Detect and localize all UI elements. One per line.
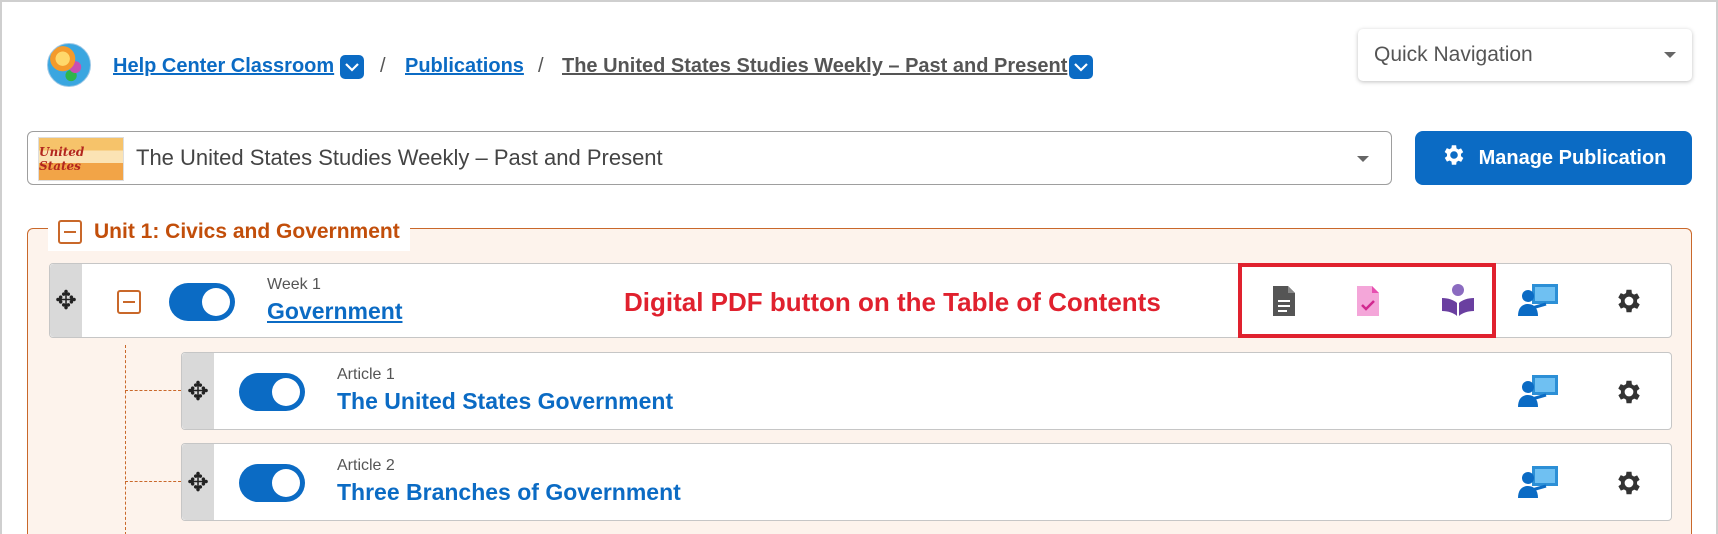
gear-icon[interactable] [1614,468,1644,498]
caret-down-icon [1664,52,1676,58]
teacher-present-icon[interactable] [1518,282,1560,318]
article-visibility-toggle[interactable] [239,464,305,502]
breadcrumb-publications-link[interactable]: Publications [405,55,524,78]
collapse-icon[interactable] [117,290,141,314]
unit-header: Unit 1: Civics and Government [48,213,410,251]
publication-select[interactable]: United States The United States Studies … [27,131,1392,185]
teacher-present-icon[interactable] [1518,464,1560,500]
manage-publication-button[interactable]: Manage Publication [1415,131,1692,185]
breadcrumb-current-publication[interactable]: The United States Studies Weekly – Past … [562,55,1067,78]
move-icon[interactable]: ✥ [50,264,82,337]
globe-icon [47,43,91,87]
article-label: Article 1 [337,366,395,383]
gear-icon[interactable] [1614,286,1644,316]
article-title-link[interactable]: The United States Government [337,388,673,415]
teacher-present-icon[interactable] [1518,373,1560,409]
publication-thumbnail: United States [38,137,124,181]
publication-select-value: The United States Studies Weekly – Past … [136,145,663,170]
article-row: ✥ Article 2 Three Branches of Government [181,443,1672,521]
week-label: Week 1 [267,276,321,293]
annotation-highlight-box [1238,263,1496,338]
caret-down-icon [1357,156,1369,162]
chevron-down-icon[interactable] [340,55,364,79]
manage-publication-label: Manage Publication [1478,146,1667,169]
article-title-link[interactable]: Three Branches of Government [337,479,681,506]
week-visibility-toggle[interactable] [169,283,235,321]
unit-title: Unit 1: Civics and Government [94,220,400,243]
publication-thumbnail-text: United States [39,145,85,173]
gear-icon [1441,142,1467,174]
annotation-text: Digital PDF button on the Table of Conte… [624,287,1161,317]
tree-connector [125,345,126,534]
move-icon[interactable]: ✥ [182,353,214,429]
breadcrumb-separator: / [538,55,544,77]
move-icon[interactable]: ✥ [182,444,214,520]
breadcrumb-separator: / [380,55,386,77]
article-label: Article 2 [337,457,395,474]
article-visibility-toggle[interactable] [239,373,305,411]
quick-navigation-label: Quick Navigation [1374,43,1533,66]
tree-connector [125,390,181,391]
week-title-link[interactable]: Government [267,298,402,325]
chevron-down-icon[interactable] [1069,55,1093,79]
tree-connector [125,481,181,482]
article-row: ✥ Article 1 The United States Government [181,352,1672,430]
gear-icon[interactable] [1614,377,1644,407]
quick-navigation-select[interactable]: Quick Navigation [1358,29,1692,81]
breadcrumb-classroom-link[interactable]: Help Center Classroom [113,55,334,78]
collapse-icon[interactable] [58,220,82,244]
